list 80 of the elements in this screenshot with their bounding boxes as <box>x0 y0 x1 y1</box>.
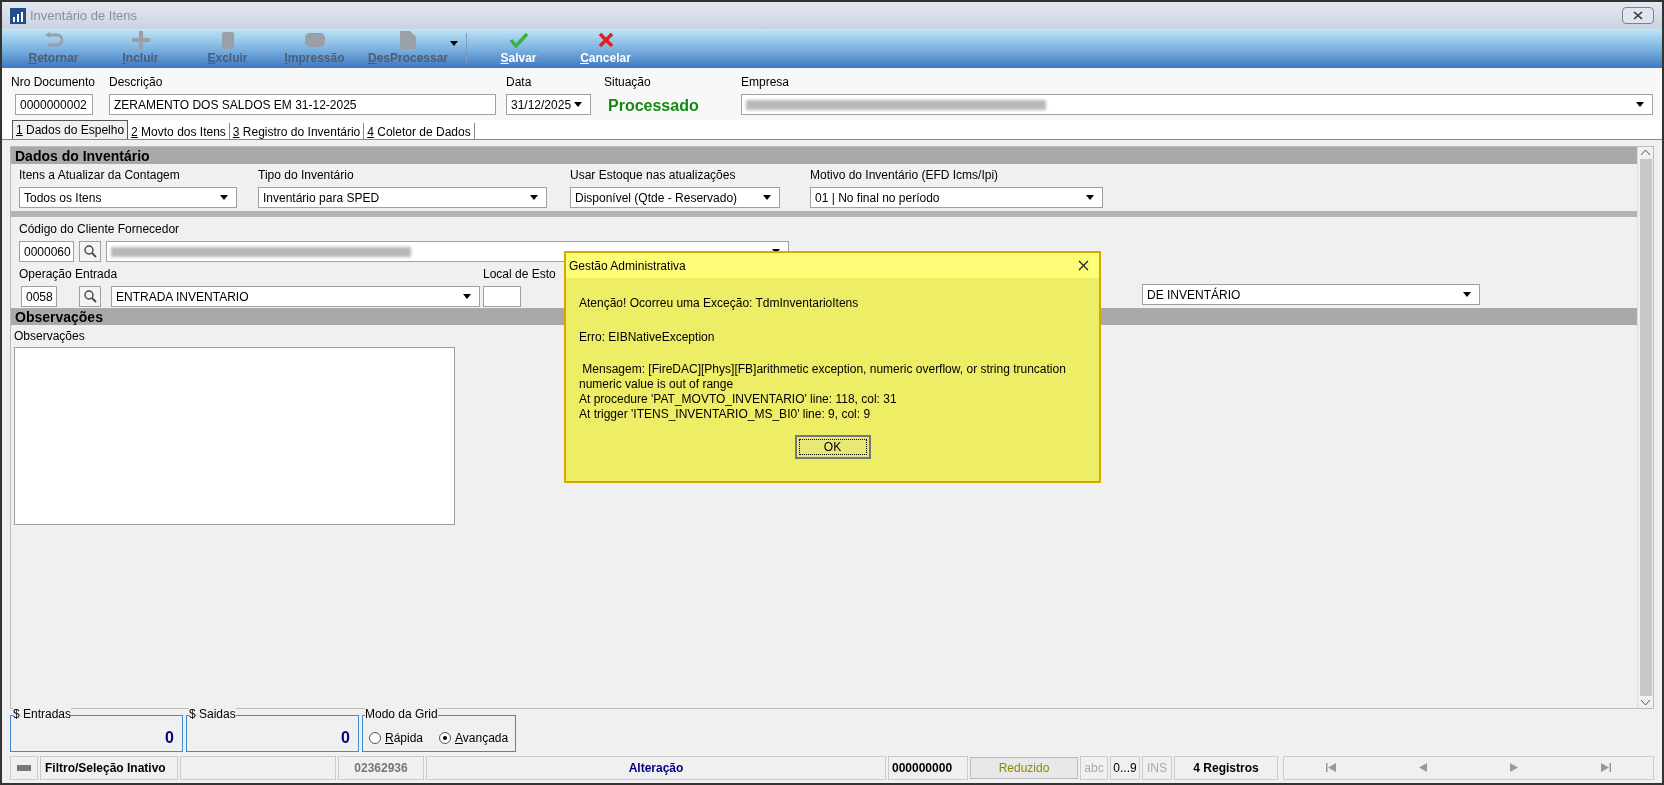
case-indicator: abc <box>1080 755 1108 780</box>
last-record-button[interactable] <box>1601 763 1612 772</box>
numeric-indicator: 0...9 <box>1110 755 1140 780</box>
field-label: Motivo do Inventário (EFD Icms/Ipi) <box>810 167 1000 184</box>
close-button[interactable] <box>1622 7 1654 24</box>
dialog-message: Erro: EIBNativeException <box>579 329 716 346</box>
close-icon <box>1078 260 1089 271</box>
search-icon <box>83 290 97 303</box>
check-icon <box>508 32 529 48</box>
ok-button[interactable]: OK <box>794 435 871 459</box>
field-label: Observações <box>14 328 85 345</box>
document-icon <box>400 31 416 49</box>
first-record-button[interactable] <box>1325 763 1336 772</box>
group-label: Modo da Grid <box>365 708 438 720</box>
dropdown-field[interactable]: ENTRADA INVENTARIO <box>111 286 480 307</box>
tab[interactable]: 4 Coletor de Dados <box>364 123 475 139</box>
field-label: Código do Cliente Fornecedor <box>19 221 181 238</box>
scroll-up-icon[interactable] <box>1641 150 1650 155</box>
close-icon <box>1633 11 1643 20</box>
document-number: 000000000 <box>888 755 968 780</box>
record-count: 4 Registros <box>1174 755 1278 780</box>
dialog-message: numeric value is out of range <box>579 377 735 392</box>
previous-icon <box>1418 763 1427 772</box>
total-label: $ Saidas <box>189 708 236 720</box>
dialog-message: At procedure 'PAT_MOVTO_INVENTARIO' line: 118, col: 31 <box>579 392 898 407</box>
dropdown-field[interactable]: Todos os Itens <box>19 187 237 208</box>
app-logo-icon <box>10 7 26 24</box>
filter-status: Filtro/Seleção Inativo <box>40 755 178 780</box>
search-icon <box>83 245 97 258</box>
date-field[interactable]: 31/12/2025 <box>506 94 591 115</box>
next-icon <box>1510 763 1519 772</box>
search-button[interactable] <box>79 241 101 262</box>
close-button[interactable] <box>1078 260 1089 271</box>
dropdown-field[interactable]: Disponível (Qtde - Reservado) <box>570 187 780 208</box>
field-label: Data <box>506 74 533 91</box>
keyboard-icon <box>17 764 31 771</box>
insert-indicator: INS <box>1142 755 1172 780</box>
status-value: Processado <box>607 96 700 116</box>
undo-arrow-icon <box>44 32 63 48</box>
text-field[interactable]: 0000060 <box>19 241 74 262</box>
radio-option[interactable]: Rápida <box>369 729 424 747</box>
total-value: 0 <box>341 728 350 748</box>
tab[interactable]: 2 Movto dos Itens <box>128 123 230 139</box>
previous-record-button[interactable] <box>1418 763 1427 772</box>
radio-option[interactable]: Avançada <box>439 729 509 747</box>
text-field[interactable]: 0000000002 <box>15 94 93 115</box>
scroll-down-icon[interactable] <box>1641 700 1650 705</box>
total-value: 0 <box>165 728 174 748</box>
dropdown-field[interactable]: 01 | No final no período <box>810 187 1103 208</box>
field-label: Usar Estoque nas atualizações <box>570 167 737 184</box>
close-icon <box>597 32 614 48</box>
text-field[interactable] <box>483 286 521 307</box>
total-label: $ Entradas <box>13 708 72 720</box>
field-label: Nro Documento <box>11 74 97 91</box>
status-code: 02362936 <box>338 755 424 780</box>
dialog-message: Mensagem: [FireDAC][Phys][FB]arithmetic exception, numeric overflow, or string truncation <box>581 362 1067 377</box>
last-icon <box>1601 763 1612 772</box>
tab[interactable]: 1 Dados do Espelho <box>12 120 129 139</box>
dialog-title: Gestão Administrativa <box>569 257 686 275</box>
dropdown-field[interactable]: DE INVENTÁRIO <box>1142 284 1480 305</box>
scrollbar[interactable] <box>1637 147 1653 708</box>
dialog-message: At trigger 'ITENS_INVENTARIO_MS_BI0' line: 9, col: 9 <box>579 407 872 422</box>
first-icon <box>1325 763 1336 772</box>
tab[interactable]: 3 Registro do Inventário <box>229 123 365 139</box>
text-field[interactable]: 0058 <box>21 286 57 307</box>
field-label: Local de Esto <box>483 266 557 283</box>
dropdown-field[interactable] <box>741 94 1653 115</box>
text-field[interactable]: ZERAMENTO DOS SALDOS EM 31-12-2025 <box>109 94 496 115</box>
field-label: Itens a Atualizar da Contagem <box>19 167 181 184</box>
field-label: Situação <box>604 74 652 91</box>
field-label: Tipo do Inventário <box>258 167 355 184</box>
window-title: Inventário de Itens <box>30 6 137 25</box>
next-record-button[interactable] <box>1510 763 1519 772</box>
field-label: Operação Entrada <box>19 266 119 283</box>
search-button[interactable] <box>79 286 101 307</box>
dropdown-field[interactable]: Inventário para SPED <box>258 187 547 208</box>
field-label: Empresa <box>741 74 791 91</box>
edit-mode-status: Alteração <box>426 755 886 780</box>
plus-icon <box>131 31 150 49</box>
field-label: Descrição <box>109 74 164 91</box>
